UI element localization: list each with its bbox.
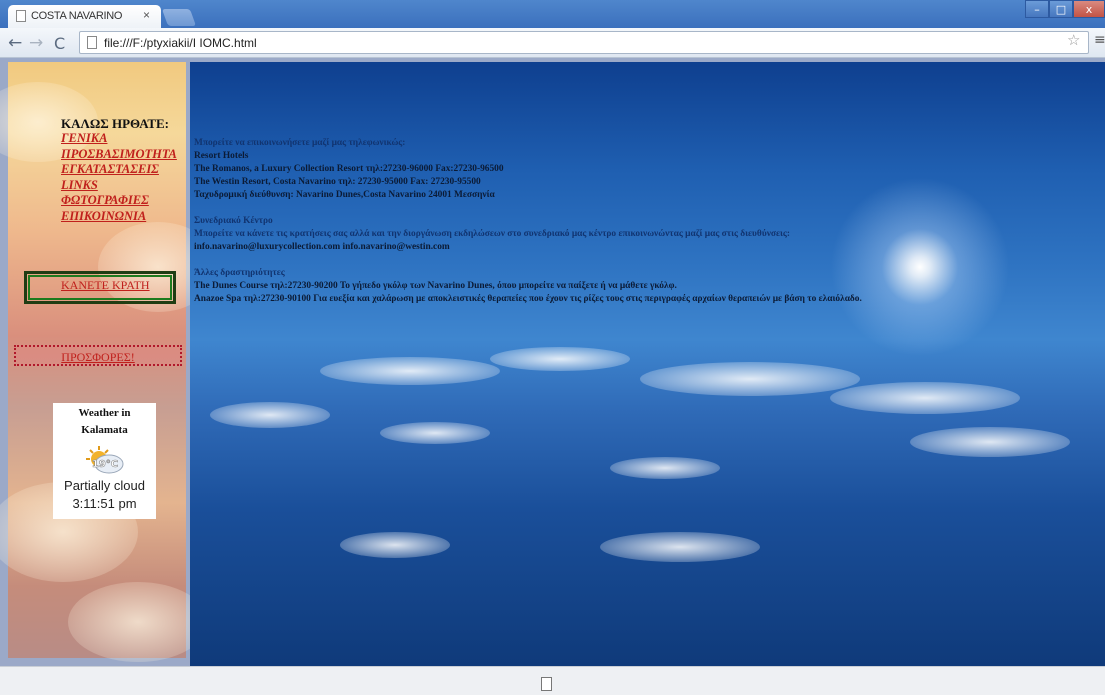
sidebar: ΚΑΛΩΣ ΗΡΘΑΤΕ: ΓΕΝΙΚΑ ΠΡΟΣΒΑΣΙΜΟΤΗΤΑ ΕΓΚΑ… xyxy=(0,62,218,662)
book-now-button[interactable]: ΚΑΝΕΤΕ ΚΡΑΤΗ xyxy=(24,271,176,304)
sky-cloud xyxy=(490,347,630,371)
nav-link-links[interactable]: LINKS xyxy=(61,178,177,194)
nav-link-photos[interactable]: ΦΩΤΟΓΡΑΦΙΕΣ xyxy=(61,193,177,209)
browser-toolbar: ← → C file:///F:/ptyxiakii/I IOMC.html ☆… xyxy=(0,28,1105,58)
address-bar[interactable]: file:///F:/ptyxiakii/I IOMC.html xyxy=(79,31,1089,54)
weather-widget: Weather in Kalamata 19°C Partially cloud… xyxy=(53,403,156,519)
sky-cloud xyxy=(600,532,760,562)
nav-link-facilities[interactable]: ΕΓΚΑΤΑΣΤΑΣΕΙΣ xyxy=(61,162,177,178)
menu-icon[interactable]: ≡ xyxy=(1094,32,1105,48)
contact-info: Μπορείτε να επικοινωνήσετε μαζί μας τηλε… xyxy=(194,137,862,306)
conference-heading: Συνεδριακό Κέντρο xyxy=(194,216,273,226)
browser-tab[interactable]: COSTA NAVARINO × xyxy=(8,5,161,28)
new-tab-button[interactable] xyxy=(161,9,197,26)
bookmark-star-icon[interactable]: ☆ xyxy=(1067,31,1080,49)
weather-title-line1: Weather in xyxy=(78,407,131,419)
spa-line: Anazoe Spa τηλ:27230-90100 Για ευεξία κα… xyxy=(194,294,862,304)
sun-cloud-icon: 19°C xyxy=(86,446,124,474)
maximize-button[interactable]: □ xyxy=(1049,0,1073,18)
page-viewport: ΚΑΛΩΣ ΗΡΘΑΤΕ: ΓΕΝΙΚΑ ΠΡΟΣΒΑΣΙΜΟΤΗΤΑ ΕΓΚΑ… xyxy=(0,58,1105,666)
main-content: Μπορείτε να επικοινωνήσετε μαζί μας τηλε… xyxy=(190,62,1105,666)
tab-close-icon[interactable]: × xyxy=(143,8,150,22)
file-icon xyxy=(87,36,97,49)
romanos-line: The Romanos, a Luxury Collection Resort … xyxy=(194,164,504,174)
close-window-button[interactable]: x xyxy=(1073,0,1105,18)
sky-cloud xyxy=(640,362,860,396)
back-arrow-icon[interactable]: ← xyxy=(8,33,22,53)
nav-link-contact[interactable]: ΕΠΙΚΟΙΝΩΝΙΑ xyxy=(61,209,177,225)
westin-line: The Westin Resort, Costa Navarino τηλ: 2… xyxy=(194,177,481,187)
page-icon xyxy=(16,10,26,22)
url-text: file:///F:/ptyxiakii/I IOMC.html xyxy=(104,36,257,50)
sky-cloud xyxy=(830,382,1020,414)
sky-cloud xyxy=(320,357,500,385)
weather-temperature: 19°C xyxy=(92,459,118,470)
sky-cloud xyxy=(340,532,450,558)
offers-button[interactable]: ΠΡΟΣΦΟΡΕΣ! xyxy=(14,345,182,366)
sky-cloud xyxy=(380,422,490,444)
welcome-heading: ΚΑΛΩΣ ΗΡΘΑΤΕ: xyxy=(61,116,169,131)
forward-arrow-icon[interactable]: → xyxy=(29,33,43,53)
dunes-course-line: The Dunes Course τηλ:27230-90200 Το γήπε… xyxy=(194,281,677,291)
window-controls: – □ x xyxy=(1025,0,1105,20)
weather-title-line2: Kalamata xyxy=(81,424,128,436)
weather-time: 3:11:51 pm xyxy=(72,496,137,511)
sky-cloud xyxy=(210,402,330,428)
nav-links: ΓΕΝΙΚΑ ΠΡΟΣΒΑΣΙΜΟΤΗΤΑ ΕΓΚΑΤΑΣΤΑΣΕΙΣ LINK… xyxy=(61,131,177,224)
contact-emails[interactable]: info.navarino@luxurycollection.com info.… xyxy=(194,241,862,254)
conference-text: Μπορείτε να κάνετε τις κρατήσεις σας αλλ… xyxy=(194,229,790,239)
weather-condition: Partially cloud xyxy=(64,478,145,493)
sidebar-cloud xyxy=(68,582,208,662)
window-titlebar: COSTA NAVARINO × – □ x xyxy=(0,0,1105,28)
sky-cloud xyxy=(910,427,1070,457)
postal-address: Ταχυδρομική διεύθυνση: Navarino Dunes,Co… xyxy=(194,190,495,200)
page-status-icon xyxy=(541,677,552,691)
contact-intro: Μπορείτε να επικοινωνήσετε μαζί μας τηλε… xyxy=(194,138,406,148)
activities-heading: Άλλες δραστηριότητες xyxy=(194,268,285,278)
resort-heading: Resort Hotels xyxy=(194,151,249,161)
reload-icon[interactable]: C xyxy=(54,34,65,53)
nav-link-accessibility[interactable]: ΠΡΟΣΒΑΣΙΜΟΤΗΤΑ xyxy=(61,147,177,163)
minimize-button[interactable]: – xyxy=(1025,0,1049,18)
sky-cloud xyxy=(610,457,720,479)
nav-link-general[interactable]: ΓΕΝΙΚΑ xyxy=(61,131,177,147)
status-bar xyxy=(0,666,1105,695)
tab-title: COSTA NAVARINO xyxy=(31,10,123,22)
